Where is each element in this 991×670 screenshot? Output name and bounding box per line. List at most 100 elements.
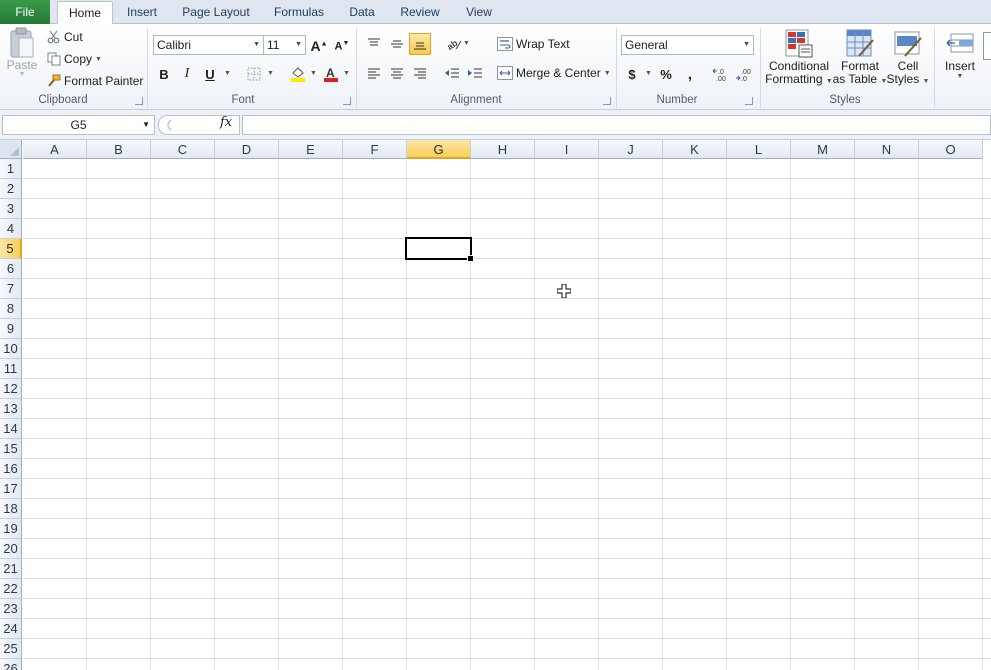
row-header-14[interactable]: 14 [0, 419, 22, 439]
borders-button[interactable] [243, 63, 265, 85]
italic-button[interactable]: I [176, 63, 198, 85]
font-name-dropdown[interactable]: Calibri ▼ [153, 35, 264, 55]
decrease-indent-button[interactable] [441, 62, 463, 84]
row-header-4[interactable]: 4 [0, 219, 22, 239]
underline-button[interactable]: U [199, 63, 221, 85]
underline-dropdown-icon[interactable]: ▼ [224, 70, 231, 77]
wrap-text-button[interactable]: Wrap Text [497, 37, 570, 51]
increase-decimal-button[interactable]: .0.00 [711, 63, 733, 85]
tab-data[interactable]: Data [342, 0, 382, 24]
alignment-launcher-icon[interactable] [603, 97, 611, 105]
column-header-k[interactable]: K [663, 140, 727, 159]
number-launcher-icon[interactable] [745, 97, 753, 105]
tab-page-layout[interactable]: Page Layout [178, 0, 254, 24]
row-header-22[interactable]: 22 [0, 579, 22, 599]
currency-button[interactable]: $ [621, 63, 643, 85]
number-format-dropdown[interactable]: General ▼ [621, 35, 754, 55]
cell-area[interactable] [23, 159, 991, 670]
column-header-m[interactable]: M [791, 140, 855, 159]
insert-function-button[interactable]: fx [220, 115, 232, 130]
align-left-button[interactable] [363, 62, 385, 84]
currency-dropdown-icon[interactable]: ▼ [645, 70, 652, 77]
column-header-c[interactable]: C [151, 140, 215, 159]
tab-file[interactable]: File [0, 0, 50, 24]
column-header-n[interactable]: N [855, 140, 919, 159]
decrease-decimal-button[interactable]: .00.0 [734, 63, 756, 85]
row-header-19[interactable]: 19 [0, 519, 22, 539]
row-header-12[interactable]: 12 [0, 379, 22, 399]
tab-insert[interactable]: Insert [120, 0, 164, 24]
fill-color-dropdown-icon[interactable]: ▼ [310, 70, 317, 77]
delete-cells-icon[interactable] [983, 32, 991, 60]
row-header-9[interactable]: 9 [0, 319, 22, 339]
row-header-1[interactable]: 1 [0, 159, 22, 179]
format-painter-button[interactable]: Format Painter [47, 74, 143, 88]
row-header-23[interactable]: 23 [0, 599, 22, 619]
row-header-25[interactable]: 25 [0, 639, 22, 659]
orientation-button[interactable]: ab [443, 33, 465, 55]
comma-button[interactable]: , [679, 63, 701, 85]
formula-input[interactable] [242, 115, 991, 135]
borders-dropdown-icon[interactable]: ▼ [267, 70, 274, 77]
tab-view[interactable]: View [460, 0, 498, 24]
font-size-dropdown[interactable]: 11 ▼ [263, 35, 306, 55]
tab-review[interactable]: Review [394, 0, 446, 24]
column-header-d[interactable]: D [215, 140, 279, 159]
paste-button[interactable]: Paste ▼ [6, 27, 38, 78]
align-top-button[interactable] [363, 33, 385, 55]
font-color-button[interactable]: A [320, 63, 342, 85]
row-header-16[interactable]: 16 [0, 459, 22, 479]
row-header-20[interactable]: 20 [0, 539, 22, 559]
column-header-o[interactable]: O [919, 140, 983, 159]
tab-formulas[interactable]: Formulas [268, 0, 330, 24]
align-bottom-button[interactable] [409, 33, 431, 55]
increase-indent-button[interactable] [464, 62, 486, 84]
column-header-l[interactable]: L [727, 140, 791, 159]
column-header-i[interactable]: I [535, 140, 599, 159]
column-header-g[interactable]: G [407, 140, 471, 159]
column-header-j[interactable]: J [599, 140, 663, 159]
tab-home[interactable]: Home [57, 1, 113, 25]
align-middle-button[interactable] [386, 33, 408, 55]
align-right-button[interactable] [409, 62, 431, 84]
orientation-dropdown-icon[interactable]: ▼ [463, 40, 470, 47]
row-header-13[interactable]: 13 [0, 399, 22, 419]
cut-button[interactable]: Cut [47, 30, 83, 44]
align-center-button[interactable] [386, 62, 408, 84]
row-header-17[interactable]: 17 [0, 479, 22, 499]
percent-button[interactable]: % [655, 63, 677, 85]
clipboard-launcher-icon[interactable] [135, 97, 143, 105]
column-header-f[interactable]: F [343, 140, 407, 159]
cell-styles-button[interactable]: Cell Styles ▼ [886, 28, 930, 88]
font-color-dropdown-icon[interactable]: ▼ [343, 70, 350, 77]
row-header-21[interactable]: 21 [0, 559, 22, 579]
row-header-3[interactable]: 3 [0, 199, 22, 219]
name-box[interactable]: G5 ▼ [2, 115, 155, 135]
fill-color-button[interactable] [287, 63, 309, 85]
grow-font-button[interactable]: A▲ [308, 35, 330, 57]
column-header-a[interactable]: A [23, 140, 87, 159]
row-header-5[interactable]: 5 [0, 239, 22, 259]
row-header-11[interactable]: 11 [0, 359, 22, 379]
row-header-6[interactable]: 6 [0, 259, 22, 279]
row-header-24[interactable]: 24 [0, 619, 22, 639]
row-header-2[interactable]: 2 [0, 179, 22, 199]
copy-button[interactable]: Copy ▼ [47, 52, 102, 66]
insert-cells-button[interactable]: Insert ▼ [940, 28, 980, 80]
conditional-formatting-button[interactable]: Conditional Formatting ▼ [765, 28, 833, 88]
column-header-h[interactable]: H [471, 140, 535, 159]
row-header-7[interactable]: 7 [0, 279, 22, 299]
row-header-15[interactable]: 15 [0, 439, 22, 459]
row-header-8[interactable]: 8 [0, 299, 22, 319]
row-header-18[interactable]: 18 [0, 499, 22, 519]
merge-center-button[interactable]: Merge & Center ▼ [497, 66, 611, 80]
active-cell[interactable] [405, 237, 474, 262]
column-header-b[interactable]: B [87, 140, 151, 159]
row-header-10[interactable]: 10 [0, 339, 22, 359]
shrink-font-button[interactable]: A▼ [331, 35, 353, 57]
font-launcher-icon[interactable] [343, 97, 351, 105]
column-header-e[interactable]: E [279, 140, 343, 159]
format-as-table-button[interactable]: Format as Table ▼ [833, 28, 887, 88]
select-all-button[interactable] [0, 140, 22, 159]
bold-button[interactable]: B [153, 63, 175, 85]
